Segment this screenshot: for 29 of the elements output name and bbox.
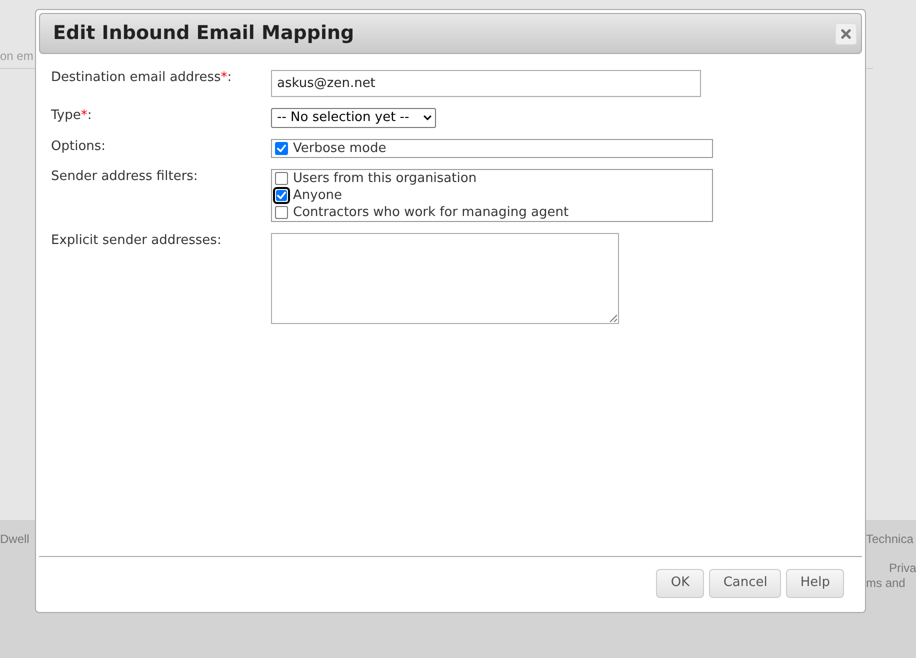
checkbox[interactable] xyxy=(275,142,288,155)
checkbox[interactable] xyxy=(275,172,288,185)
checkbox[interactable] xyxy=(275,206,288,219)
dialog-button[interactable]: OK xyxy=(656,568,704,598)
checkbox[interactable] xyxy=(276,190,287,201)
check-icon xyxy=(277,191,286,200)
field-label: Type*: xyxy=(51,108,92,124)
close-button[interactable] xyxy=(835,22,857,44)
close-icon xyxy=(841,28,851,38)
check-icon xyxy=(277,144,286,153)
footer-text: Dwell xyxy=(0,532,30,546)
dialog-button[interactable]: Help xyxy=(786,568,844,598)
type-select[interactable]: -- No selection yet -- xyxy=(271,108,436,128)
field-label: Options: xyxy=(51,139,106,155)
option-label: Anyone xyxy=(293,188,342,204)
chevron-down-icon xyxy=(423,115,432,121)
option-label: Users from this organisation xyxy=(293,170,477,186)
field-label: Explicit sender addresses: xyxy=(51,233,222,249)
option-label: Verbose mode xyxy=(293,140,386,156)
email-field[interactable]: askus@zen.net xyxy=(271,70,701,97)
field-label: Sender address filters: xyxy=(51,169,198,185)
footer-text: Technica xyxy=(866,532,914,547)
field-label: Destination email address*: xyxy=(51,70,232,86)
option-label: Contractors who work for managing agent xyxy=(293,204,569,220)
dialog-button[interactable]: Cancel xyxy=(709,568,782,598)
dialog-title: Edit Inbound Email Mapping xyxy=(53,21,354,46)
background-text: on em xyxy=(0,49,34,64)
resize-grip-icon xyxy=(609,314,617,322)
addresses-textarea[interactable] xyxy=(271,233,619,324)
